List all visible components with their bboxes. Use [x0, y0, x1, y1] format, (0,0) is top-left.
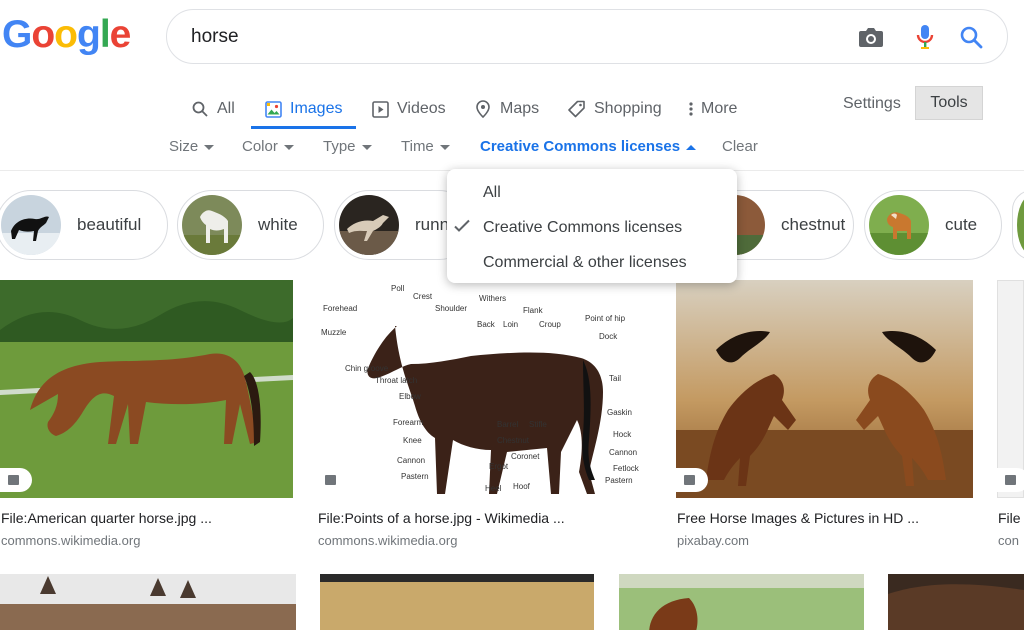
result-domain[interactable]: commons.wikimedia.org: [318, 533, 457, 548]
result-title[interactable]: File:American quarter horse.jpg ...: [1, 510, 212, 526]
tab-maps[interactable]: Maps: [474, 89, 539, 129]
checkmark-icon: [453, 217, 471, 235]
chip-label: beautiful: [77, 215, 142, 234]
chip-label: white: [258, 215, 298, 234]
caret-down-icon: [439, 144, 450, 150]
filter-size[interactable]: Size: [169, 137, 215, 157]
logo-letter: o: [31, 13, 55, 56]
tab-videos[interactable]: Videos: [371, 89, 446, 129]
chip-thumbnail: [869, 195, 929, 255]
filter-label: Creative Commons licenses: [480, 138, 681, 155]
tag-icon: [568, 100, 586, 118]
search-input[interactable]: [191, 25, 831, 49]
filter-label: Clear: [722, 138, 758, 155]
dropdown-option-all[interactable]: All: [483, 183, 501, 203]
chip-thumbnail: [1017, 195, 1024, 255]
related-chip-cute[interactable]: cute: [864, 190, 1002, 260]
image-icon: [264, 100, 282, 118]
image-result[interactable]: [888, 574, 1024, 630]
result-image[interactable]: [888, 574, 1024, 630]
search-box: [166, 9, 1008, 64]
result-title[interactable]: File:Points of a horse.jpg - Wikimedia .…: [318, 510, 565, 526]
tab-images[interactable]: Images: [264, 89, 342, 129]
image-type-icon: [0, 468, 32, 492]
result-image[interactable]: [0, 280, 293, 498]
settings-link[interactable]: Settings: [843, 93, 901, 115]
tools-button[interactable]: Tools: [915, 86, 983, 120]
image-result[interactable]: [320, 574, 594, 630]
image-result[interactable]: File con: [997, 280, 1024, 560]
image-type-icon: [997, 468, 1024, 492]
logo-letter: g: [77, 13, 101, 56]
tab-label: Videos: [397, 100, 446, 117]
tab-label: More: [701, 100, 738, 117]
search-icon[interactable]: [957, 23, 985, 51]
related-chip-partial[interactable]: [1012, 190, 1024, 260]
filter-usage-rights[interactable]: Creative Commons licenses: [480, 137, 697, 157]
chip-label: chestnut: [781, 215, 846, 234]
dropdown-option-commercial[interactable]: Commercial & other licenses: [483, 253, 687, 273]
tab-shopping[interactable]: Shopping: [568, 89, 662, 129]
result-image[interactable]: [317, 280, 651, 498]
result-image[interactable]: [997, 280, 1024, 498]
filter-label: Time: [401, 138, 434, 155]
result-image[interactable]: [320, 574, 594, 630]
image-result[interactable]: [619, 574, 864, 630]
tab-label: Shopping: [594, 100, 662, 117]
filter-label: Type: [323, 138, 356, 155]
result-title[interactable]: File: [998, 510, 1021, 526]
usage-rights-dropdown: All Creative Commons licenses Commercial…: [447, 169, 737, 283]
tab-label: All: [217, 100, 235, 117]
caret-down-icon: [283, 144, 294, 150]
search-icon: [191, 100, 209, 118]
dropdown-option-creative-commons[interactable]: Creative Commons licenses: [483, 218, 682, 238]
result-image[interactable]: [676, 280, 973, 498]
map-pin-icon: [474, 100, 492, 118]
tab-more[interactable]: More: [687, 89, 737, 129]
chip-thumbnail: [182, 195, 242, 255]
filter-label: Size: [169, 138, 199, 155]
tab-all[interactable]: All: [191, 89, 235, 129]
filter-type[interactable]: Type: [323, 137, 372, 157]
more-vert-icon: [687, 100, 695, 118]
caret-up-icon: [686, 144, 697, 150]
tab-label: Images: [290, 100, 343, 117]
related-chip-beautiful[interactable]: beautiful: [0, 190, 168, 260]
logo-letter: o: [54, 13, 78, 56]
filter-color[interactable]: Color: [242, 137, 294, 157]
result-domain[interactable]: commons.wikimedia.org: [1, 533, 140, 548]
result-image[interactable]: [0, 574, 296, 630]
caret-down-icon: [204, 144, 215, 150]
result-domain[interactable]: pixabay.com: [677, 533, 749, 548]
caret-down-icon: [361, 144, 372, 150]
image-result[interactable]: [0, 574, 296, 630]
result-domain[interactable]: con: [998, 533, 1019, 548]
filter-label: Color: [242, 138, 278, 155]
active-tab-indicator: [251, 126, 356, 129]
chip-label: runn: [415, 215, 450, 234]
camera-icon[interactable]: [857, 23, 885, 51]
result-image[interactable]: [619, 574, 864, 630]
mic-icon[interactable]: [911, 23, 939, 51]
chip-thumbnail: [339, 195, 399, 255]
related-chip-white[interactable]: white: [177, 190, 324, 260]
google-logo[interactable]: Google: [2, 13, 132, 56]
chip-label: cute: [945, 215, 978, 234]
image-type-icon: [317, 468, 349, 492]
video-icon: [371, 100, 389, 118]
filter-time[interactable]: Time: [401, 137, 450, 157]
logo-letter: l: [99, 13, 111, 56]
result-title[interactable]: Free Horse Images & Pictures in HD ...: [677, 510, 919, 526]
image-type-icon: [676, 468, 708, 492]
filter-clear[interactable]: Clear: [722, 137, 758, 157]
logo-letter: e: [109, 13, 132, 56]
logo-letter: G: [2, 13, 32, 56]
tab-label: Maps: [500, 100, 540, 117]
chip-thumbnail: [1, 195, 61, 255]
